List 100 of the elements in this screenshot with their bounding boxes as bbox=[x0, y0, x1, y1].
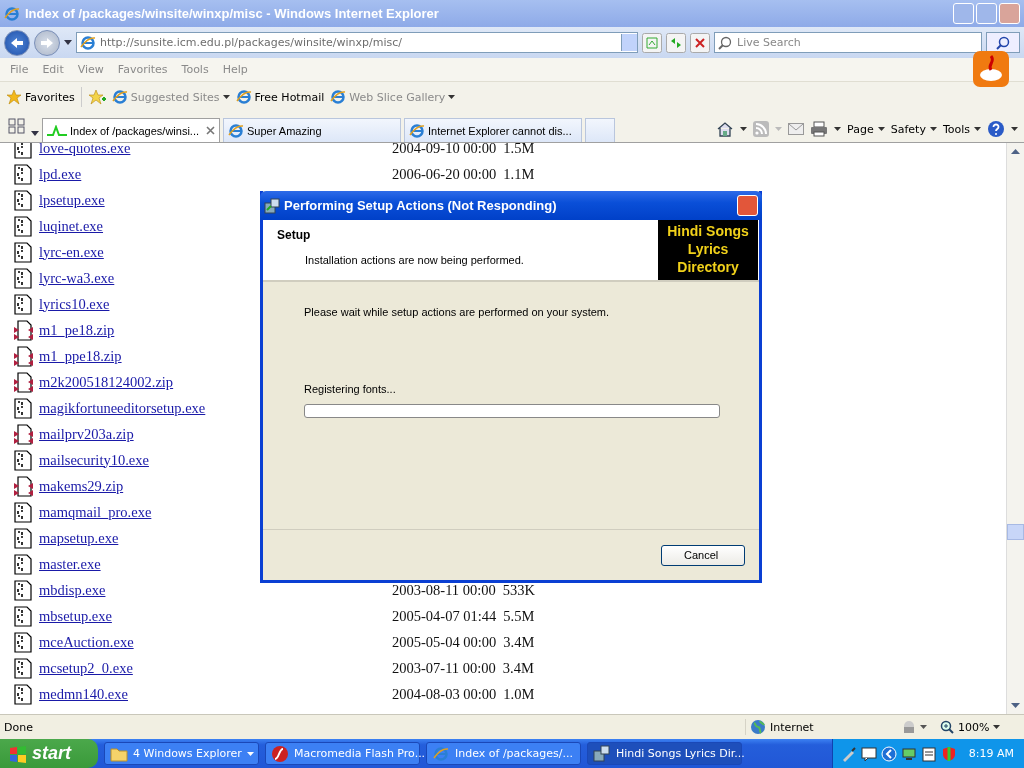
caret-icon bbox=[775, 127, 783, 131]
window-title: Index of /packages/winsite/winxp/misc - Windows Internet Explorer bbox=[25, 6, 440, 21]
program-file-icon bbox=[14, 241, 33, 263]
caret-icon bbox=[1011, 127, 1018, 131]
close-icon[interactable] bbox=[206, 126, 215, 135]
file-date: 2006-06-20 00:00 bbox=[392, 165, 497, 183]
zoom-icon bbox=[940, 720, 954, 734]
program-file-icon bbox=[14, 527, 33, 549]
file-link[interactable]: mcsetup2_0.exe bbox=[39, 659, 392, 677]
star-icon bbox=[6, 89, 22, 105]
file-link[interactable]: mbdisp.exe bbox=[39, 581, 392, 599]
caret-icon bbox=[740, 127, 748, 131]
program-file-icon bbox=[14, 657, 33, 679]
menu-button[interactable]: Page bbox=[847, 122, 885, 136]
url-text: http://sunsite.icm.edu.pl/packages/winsite/winxp/misc/ bbox=[100, 36, 403, 49]
file-date: 2005-04-07 01:44 bbox=[392, 607, 497, 625]
installer-icon bbox=[593, 744, 611, 763]
taskbar-button[interactable]: 4 Windows Explorer bbox=[104, 742, 259, 765]
program-file-icon bbox=[14, 215, 33, 237]
browser-tab[interactable]: Super Amazing bbox=[223, 118, 401, 142]
right-arrow-icon bbox=[40, 36, 54, 49]
file-link[interactable]: mbsetup.exe bbox=[39, 607, 392, 625]
search-button[interactable] bbox=[986, 32, 1020, 53]
file-link[interactable]: mceAuction.exe bbox=[39, 633, 392, 651]
file-date: 2003-08-11 00:00 bbox=[392, 581, 496, 599]
program-file-icon bbox=[14, 143, 33, 159]
scroll-thumb[interactable] bbox=[1007, 524, 1024, 540]
browser-tab[interactable]: Index of /packages/winsi... bbox=[42, 118, 220, 142]
printer-icon[interactable] bbox=[810, 121, 829, 137]
loading-icon bbox=[47, 124, 67, 137]
menu-button[interactable]: Safety bbox=[890, 122, 937, 136]
globe-icon bbox=[750, 719, 766, 735]
dialog-subheading: Installation actions are now being performed. bbox=[304, 253, 525, 266]
page-icon bbox=[235, 89, 252, 105]
chat-icon[interactable] bbox=[860, 745, 877, 762]
program-file-icon bbox=[14, 449, 33, 471]
back-button[interactable] bbox=[4, 29, 30, 56]
menu-button[interactable]: Tools bbox=[942, 122, 981, 136]
down-arrow-icon[interactable] bbox=[1011, 703, 1020, 708]
taskbar-button[interactable]: Index of /packages/... bbox=[426, 742, 581, 765]
up-arrow-icon[interactable] bbox=[1011, 149, 1020, 154]
clock: 8:19 AM bbox=[968, 747, 1014, 760]
progress-status: Registering fonts... bbox=[304, 382, 397, 395]
page-icon bbox=[228, 122, 244, 139]
vertical-scrollbar[interactable] bbox=[1006, 143, 1024, 714]
program-file-icon bbox=[14, 605, 33, 627]
caret-icon bbox=[246, 751, 254, 756]
add-favorite-icon[interactable] bbox=[87, 89, 106, 105]
caret-icon[interactable] bbox=[64, 40, 72, 45]
program-file-icon bbox=[14, 631, 33, 653]
address-field[interactable]: http://sunsite.icm.edu.pl/packages/winsite/winxp/misc/ bbox=[76, 32, 638, 53]
archive-file-icon bbox=[14, 371, 33, 393]
app-logo-icon[interactable] bbox=[972, 50, 1010, 88]
dialog-title: Performing Setup Actions (Not Responding) bbox=[284, 198, 558, 213]
archive-file-icon bbox=[14, 423, 33, 445]
file-link[interactable]: medmn140.exe bbox=[39, 685, 392, 703]
close-button[interactable] bbox=[737, 195, 758, 216]
windows-logo-icon bbox=[9, 744, 27, 763]
file-size: 1.5M bbox=[503, 143, 535, 157]
file-size: 1.0M bbox=[503, 685, 535, 703]
mail-icon[interactable] bbox=[788, 123, 805, 135]
stop-icon[interactable] bbox=[690, 32, 710, 53]
document-icon[interactable] bbox=[920, 745, 937, 762]
caret-icon[interactable] bbox=[31, 131, 39, 136]
file-date: 2004-09-10 00:00 bbox=[392, 143, 497, 157]
caret-icon bbox=[974, 127, 981, 131]
browser-icon bbox=[432, 744, 450, 763]
caret-icon bbox=[222, 95, 230, 99]
page-icon bbox=[111, 89, 128, 105]
file-link[interactable]: love-quotes.exe bbox=[39, 143, 392, 157]
file-date: 2005-05-04 00:00 bbox=[392, 633, 497, 651]
file-size: 3.4M bbox=[503, 633, 535, 651]
taskbar-button[interactable]: Hindi Songs Lyrics Dir... bbox=[587, 742, 742, 765]
caret-icon bbox=[929, 127, 937, 131]
dialog-message: Please wait while setup actions are performed on your system. bbox=[304, 305, 611, 318]
file-link[interactable]: lpd.exe bbox=[39, 165, 392, 183]
dialog-heading: Setup bbox=[277, 228, 312, 242]
page-icon bbox=[330, 89, 347, 105]
file-date: 2003-07-11 00:00 bbox=[392, 659, 496, 677]
browser-tab[interactable]: Internet Explorer cannot dis... bbox=[404, 118, 582, 142]
zoom-button[interactable]: 100% bbox=[940, 720, 1020, 734]
program-file-icon bbox=[14, 579, 33, 601]
protected-mode-icon[interactable] bbox=[902, 720, 928, 734]
cancel-button[interactable]: Cancel bbox=[661, 544, 745, 566]
help-icon[interactable] bbox=[987, 120, 1005, 138]
flash-icon bbox=[271, 744, 289, 763]
refresh-icon[interactable] bbox=[666, 32, 686, 53]
favorites-link[interactable]: Free Hotmail bbox=[235, 89, 325, 105]
program-file-icon bbox=[14, 683, 33, 705]
favorites-button[interactable]: Favorites bbox=[6, 89, 75, 105]
home-icon[interactable] bbox=[716, 121, 735, 137]
program-file-icon bbox=[14, 267, 33, 289]
security-zone: Internet bbox=[745, 719, 890, 735]
caret-icon bbox=[993, 725, 1001, 729]
program-file-icon bbox=[14, 397, 33, 419]
left-arrow-icon bbox=[10, 36, 24, 49]
network-icon[interactable] bbox=[900, 745, 917, 762]
search-field[interactable]: Live Search bbox=[714, 32, 982, 53]
quick-tabs-icon[interactable] bbox=[6, 116, 28, 136]
file-size: 5.5M bbox=[503, 607, 535, 625]
